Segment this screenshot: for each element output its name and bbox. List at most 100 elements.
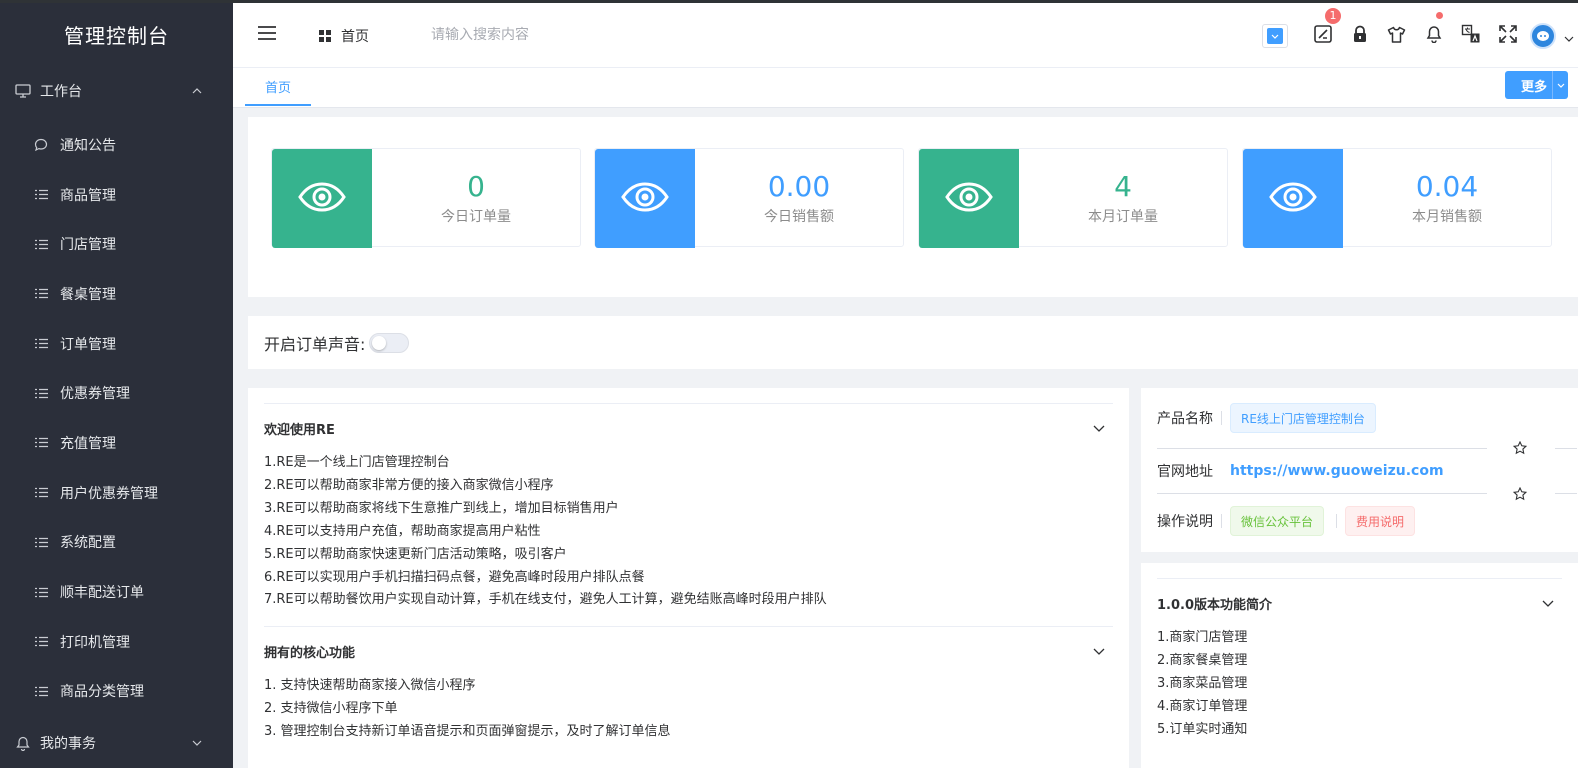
version-line: 5.订单实时通知 (1157, 721, 1248, 737)
monitor-icon (14, 82, 32, 100)
collapse-content: 1. 支持快速帮助商家接入微信小程序 2. 支持微信小程序下单 3. 管理控制台… (264, 675, 1113, 758)
screen-edit-icon (1313, 24, 1333, 48)
fullscreen-button[interactable] (1489, 18, 1526, 54)
tabs-bar: 首页 更多 (233, 68, 1578, 108)
sidebar-item-label: 商品分类管理 (60, 684, 144, 701)
list-icon (34, 188, 48, 202)
sidebar-item-products[interactable]: 商品管理 (0, 170, 233, 220)
collapse-header[interactable]: 欢迎使用RE (264, 404, 1113, 452)
sidebar-item-label: 顺丰配送订单 (60, 585, 144, 602)
sidebar-item-tables[interactable]: 餐桌管理 (0, 269, 233, 319)
grid-icon (319, 30, 331, 42)
tab-home[interactable]: 首页 (245, 68, 311, 106)
sidebar-item-system-config[interactable]: 系统配置 (0, 518, 233, 568)
order-sound-label: 开启订单声音: (264, 334, 366, 354)
avatar (1530, 23, 1556, 49)
list-icon (34, 436, 48, 450)
lock-icon (1352, 25, 1368, 47)
theme-button[interactable] (1378, 18, 1415, 54)
version-line: 3.商家菜品管理 (1157, 675, 1248, 691)
notification-button[interactable] (1415, 12, 1452, 54)
order-sound-switch[interactable] (369, 332, 410, 353)
order-sound-panel: 开启订单声音: (248, 316, 1578, 369)
sidebar-item-user-coupons[interactable]: 用户优惠券管理 (0, 468, 233, 518)
divider (1555, 493, 1577, 494)
sidebar-item-orders[interactable]: 订单管理 (0, 319, 233, 369)
core-line: 1. 支持快速帮助商家接入微信小程序 (264, 678, 476, 694)
sidebar-item-sf-delivery[interactable]: 顺丰配送订单 (0, 567, 233, 617)
sidebar-item-printers[interactable]: 打印机管理 (0, 617, 233, 667)
sidebar-item-notice[interactable]: 通知公告 (0, 120, 233, 170)
core-line: 3. 管理控制台支持新订单语音提示和页面弹窗提示，及时了解订单信息 (264, 724, 671, 740)
lock-button[interactable] (1341, 18, 1378, 54)
sidebar-item-label: 系统配置 (60, 535, 116, 552)
eye-icon (621, 181, 669, 216)
info-key: 操作说明 (1157, 514, 1213, 530)
chevron-down-icon (1267, 28, 1283, 44)
collapse-title: 欢迎使用RE (264, 422, 335, 438)
chevron-up-icon (191, 85, 203, 97)
intro-line: 2.RE可以帮助商家非常方便的接入商家微信小程序 (264, 477, 554, 493)
chevron-down-icon (1093, 421, 1105, 436)
list-icon (34, 684, 48, 698)
collapse-header[interactable]: 1.0.0版本功能简介 (1157, 579, 1562, 627)
notification-badge: 1 (1325, 8, 1341, 24)
shirt-icon (1387, 26, 1406, 47)
intro-line: 3.RE可以帮助商家将线下生意推广到线上，增加目标销售用户 (264, 500, 619, 516)
sidebar-item-label: 打印机管理 (60, 634, 130, 651)
star-icon[interactable] (1512, 486, 1528, 505)
sidebar-group-affairs[interactable]: 我的事务 (0, 720, 233, 766)
list-icon (34, 337, 48, 351)
core-line: 2. 支持微信小程序下单 (264, 701, 398, 717)
bell-icon (14, 734, 32, 752)
collapse-welcome: 欢迎使用RE 1.RE是一个线上门店管理控制台 2.RE可以帮助商家非常方便的接… (264, 403, 1113, 626)
intro-line: 6.RE可以实现用户手机扫描扫码点餐，避免高峰时段用户排队点餐 (264, 569, 645, 585)
sidebar-item-label: 用户优惠券管理 (60, 485, 158, 502)
wechat-platform-tag[interactable]: 微信公众平台 (1230, 506, 1325, 536)
list-icon (34, 237, 48, 251)
stat-icon-bg (1243, 149, 1343, 248)
switch-knob (372, 335, 387, 350)
sidebar: 管理控制台 工作台 通知公告 商品管理 门店管理 餐桌管理 订单管理 优惠券管理… (0, 0, 233, 768)
collapse-content: 1.RE是一个线上门店管理控制台 2.RE可以帮助商家非常方便的接入商家微信小程… (264, 452, 1113, 626)
user-avatar-menu[interactable] (1526, 18, 1578, 54)
info-key: 产品名称 (1157, 411, 1213, 427)
chevron-down-icon (1564, 27, 1574, 46)
divider (1221, 514, 1222, 528)
size-select[interactable] (1262, 24, 1288, 48)
stat-label: 今日销售额 (764, 208, 834, 225)
language-button[interactable] (1452, 18, 1489, 54)
eye-icon (945, 181, 993, 216)
collapse-header[interactable]: 拥有的核心功能 (264, 627, 1113, 675)
info-key: 官网地址 (1157, 464, 1213, 480)
fullscreen-icon (1498, 25, 1517, 47)
stats-panel: 0 今日订单量 0.00 今日销售额 4 本月订单量 0.04 本月销售额 (248, 117, 1578, 297)
star-icon[interactable] (1512, 440, 1528, 459)
intro-line: 1.RE是一个线上门店管理控制台 (264, 455, 450, 470)
breadcrumb[interactable]: 首页 (319, 26, 369, 46)
hamburger-menu-icon[interactable] (257, 24, 277, 42)
window-top-bar (0, 0, 1578, 3)
divider (1157, 493, 1487, 494)
fee-info-tag[interactable]: 费用说明 (1345, 506, 1416, 536)
stat-icon-bg (595, 149, 695, 248)
sidebar-group-label: 工作台 (40, 84, 82, 100)
divider (1221, 411, 1222, 425)
intro-line: 5.RE可以帮助商家快速更新门店活动策略，吸引客户 (264, 546, 567, 562)
header-toolbar: 1 (1262, 8, 1578, 54)
more-button[interactable]: 更多 (1505, 71, 1568, 99)
app-title: 管理控制台 (64, 23, 169, 48)
sidebar-item-coupons[interactable]: 优惠券管理 (0, 368, 233, 418)
notification-dot (1436, 12, 1443, 19)
sidebar-item-stores[interactable]: 门店管理 (0, 219, 233, 269)
list-icon (34, 535, 48, 549)
sidebar-item-categories[interactable]: 商品分类管理 (0, 667, 233, 717)
stat-today-sales: 0.00 今日销售额 (594, 148, 904, 248)
sidebar-group-workbench[interactable]: 工作台 (0, 68, 233, 114)
stat-value: 4 (1114, 169, 1132, 203)
sidebar-item-label: 商品管理 (60, 187, 116, 204)
search-input[interactable] (431, 24, 691, 46)
sidebar-item-recharge[interactable]: 充值管理 (0, 418, 233, 468)
website-link[interactable]: https://www.guoweizu.com (1230, 463, 1444, 479)
lock-screen-tool[interactable]: 1 (1304, 8, 1341, 54)
